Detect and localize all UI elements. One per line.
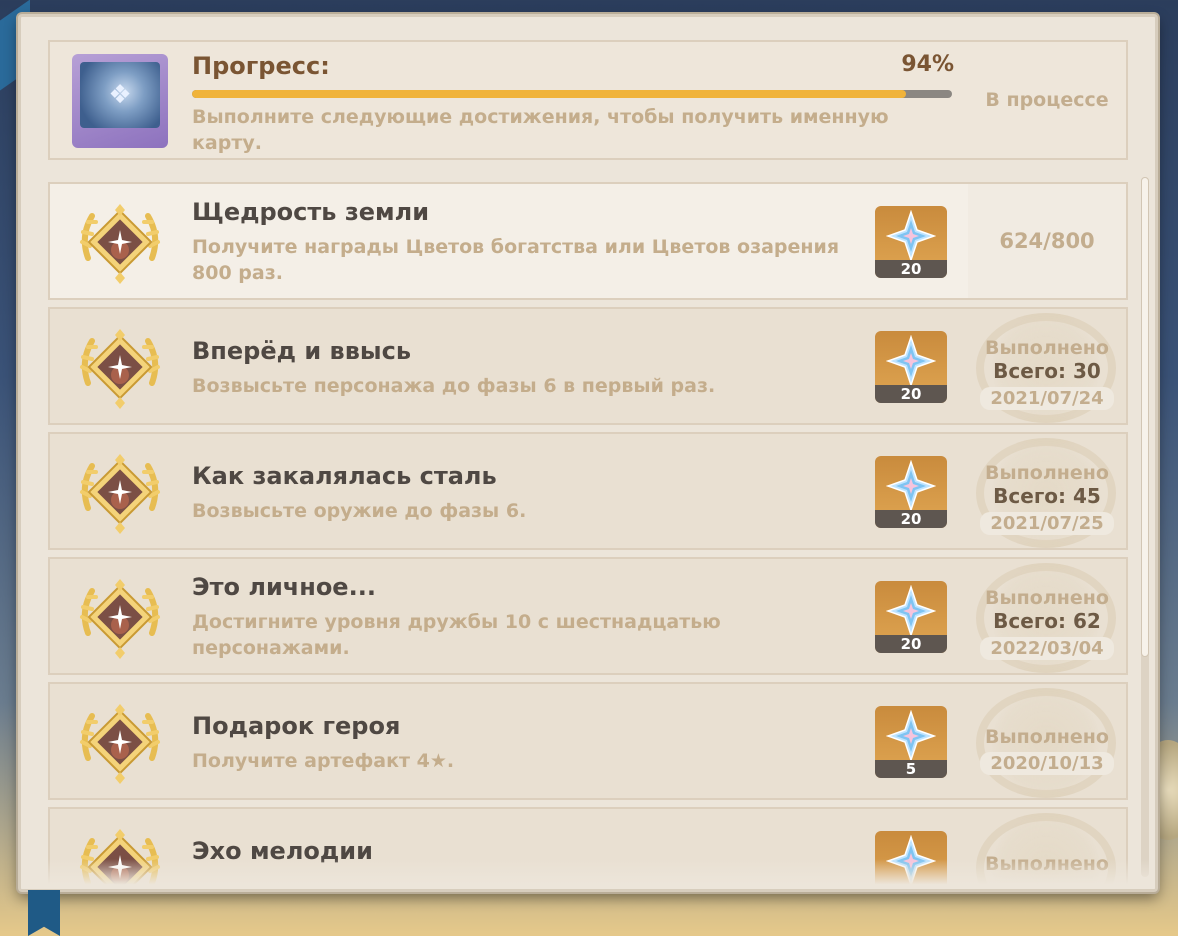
progress-percent: 94%	[901, 52, 954, 77]
achievement-description: Получите артефакт 4★.	[192, 750, 455, 772]
reward-item[interactable]: 20	[875, 581, 947, 653]
achievement-panel: ❖ Прогресс: 94% Выполните следующие дост…	[18, 14, 1158, 892]
completion-date: 2021/07/24	[980, 387, 1114, 410]
reward-item[interactable]: 20	[875, 456, 947, 528]
reward-count: 20	[875, 385, 947, 403]
status-text: Выполнено	[985, 726, 1109, 748]
reward-item[interactable]: 20	[875, 331, 947, 403]
scrollbar[interactable]	[1141, 177, 1149, 877]
achievement-description: Возвысьте персонажа до фазы 6 в первый р…	[192, 375, 716, 397]
primogem-icon	[886, 210, 936, 262]
completion-date: 2020/10/13	[980, 752, 1114, 775]
primogem-icon	[886, 335, 936, 387]
achievement-status: Выполнено Всего: 62 2022/03/04	[968, 587, 1126, 660]
list-fade-overlay	[21, 859, 1155, 889]
achievement-row-1[interactable]: Щедрость земли Получите награды Цветов б…	[48, 182, 1128, 300]
progress-bar-fill	[192, 90, 907, 98]
namecard-progress-row: ❖ Прогресс: 94% Выполните следующие дост…	[48, 40, 1128, 160]
reward-count: 5	[875, 760, 947, 778]
achievement-description: Получите награды Цветов богатства или Цв…	[192, 236, 840, 284]
status-text: Выполнено	[985, 587, 1109, 609]
status-text: Выполнено	[985, 462, 1109, 484]
progress-description: Выполните следующие достижения, чтобы по…	[192, 106, 889, 154]
achievement-row-4[interactable]: Это личное... Достигните уровня дружбы 1…	[48, 557, 1128, 675]
reward-item[interactable]: 5	[875, 706, 947, 778]
achievement-progress-count: 624/800	[999, 229, 1095, 253]
achievement-status: Выполнено Всего: 45 2021/07/25	[968, 462, 1126, 535]
achievement-medal-icon	[80, 329, 160, 409]
achievement-medal-icon	[80, 704, 160, 784]
status-total: Всего: 62	[993, 609, 1101, 633]
achievement-row-5[interactable]: Подарок героя Получите артефакт 4★. 5 Вы…	[48, 682, 1128, 800]
bookmark-ribbon	[28, 890, 60, 936]
achievement-description: Возвысьте оружие до фазы 6.	[192, 500, 527, 522]
status-text: Выполнено	[985, 337, 1109, 359]
achievement-description: Достигните уровня дружбы 10 с шестнадцат…	[192, 611, 721, 659]
scrollbar-thumb[interactable]	[1141, 177, 1149, 657]
primogem-icon	[886, 710, 936, 762]
reward-count: 20	[875, 635, 947, 653]
achievement-medal-icon	[80, 454, 160, 534]
reward-count: 20	[875, 260, 947, 278]
achievement-row-2[interactable]: Вперёд и ввысь Возвысьте персонажа до фа…	[48, 307, 1128, 425]
completion-date: 2021/07/25	[980, 512, 1114, 535]
achievement-medal-icon	[80, 579, 160, 659]
status-total: Всего: 30	[993, 359, 1101, 383]
status-total: Всего: 45	[993, 484, 1101, 508]
completion-date: 2022/03/04	[980, 637, 1114, 660]
achievement-medal-icon	[80, 204, 160, 284]
achievement-status: Выполнено 2020/10/13	[968, 726, 1126, 775]
achievement-title: Вперёд и ввысь	[192, 337, 411, 365]
achievement-row-3[interactable]: Как закалялась сталь Возвысьте оружие до…	[48, 432, 1128, 550]
achievement-status: Выполнено Всего: 30 2021/07/24	[968, 337, 1126, 410]
reward-count: 20	[875, 510, 947, 528]
achievement-title: Щедрость земли	[192, 198, 430, 226]
achievement-title: Подарок героя	[192, 712, 401, 740]
reward-item[interactable]: 20	[875, 206, 947, 278]
namecard-icon: ❖	[72, 54, 168, 148]
progress-title: Прогресс:	[192, 52, 330, 80]
primogem-icon	[886, 460, 936, 512]
achievement-title: Как закалялась сталь	[192, 462, 497, 490]
achievement-title: Это личное...	[192, 573, 376, 601]
primogem-icon	[886, 585, 936, 637]
progress-bar	[192, 90, 952, 98]
progress-status: В процессе	[985, 89, 1109, 111]
